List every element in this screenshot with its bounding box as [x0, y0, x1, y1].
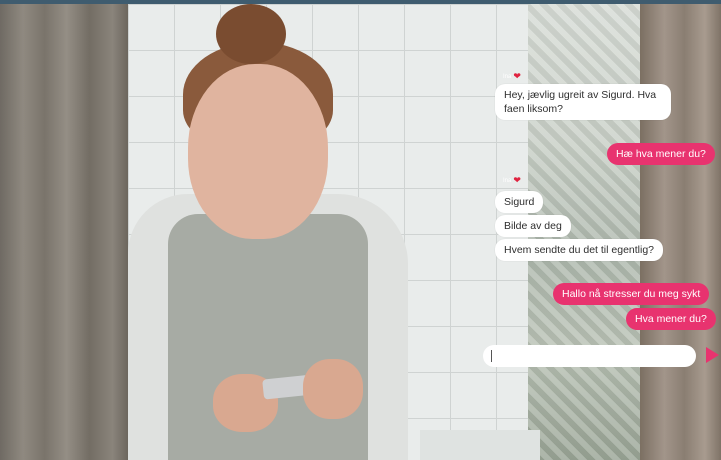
heart-icon: ❤ [513, 71, 521, 81]
outgoing-message: Hallo nå stresser du meg sykt [553, 283, 710, 305]
outgoing-message: Hæ hva mener du? [607, 143, 715, 165]
sender-name: Ina [503, 177, 512, 184]
send-arrow-icon[interactable] [706, 347, 719, 363]
sender-name: Ina [503, 73, 512, 80]
sender-label: Ina ❤ [503, 72, 521, 81]
chat-overlay: Ina ❤ Hey, jævlig ugreit av Sigurd. Hva … [0, 0, 721, 460]
outgoing-message: Hva mener du? [626, 308, 716, 330]
incoming-message: Bilde av deg [495, 215, 571, 237]
incoming-message: Sigurd [495, 191, 544, 213]
incoming-message: Hey, jævlig ugreit av Sigurd. Hva faen l… [495, 84, 671, 120]
incoming-message: Hvem sendte du det til egentlig? [495, 239, 664, 261]
text-cursor [491, 350, 492, 362]
sender-label: Ina ❤ [503, 176, 521, 185]
message-input[interactable] [483, 345, 696, 367]
heart-icon: ❤ [513, 175, 521, 185]
